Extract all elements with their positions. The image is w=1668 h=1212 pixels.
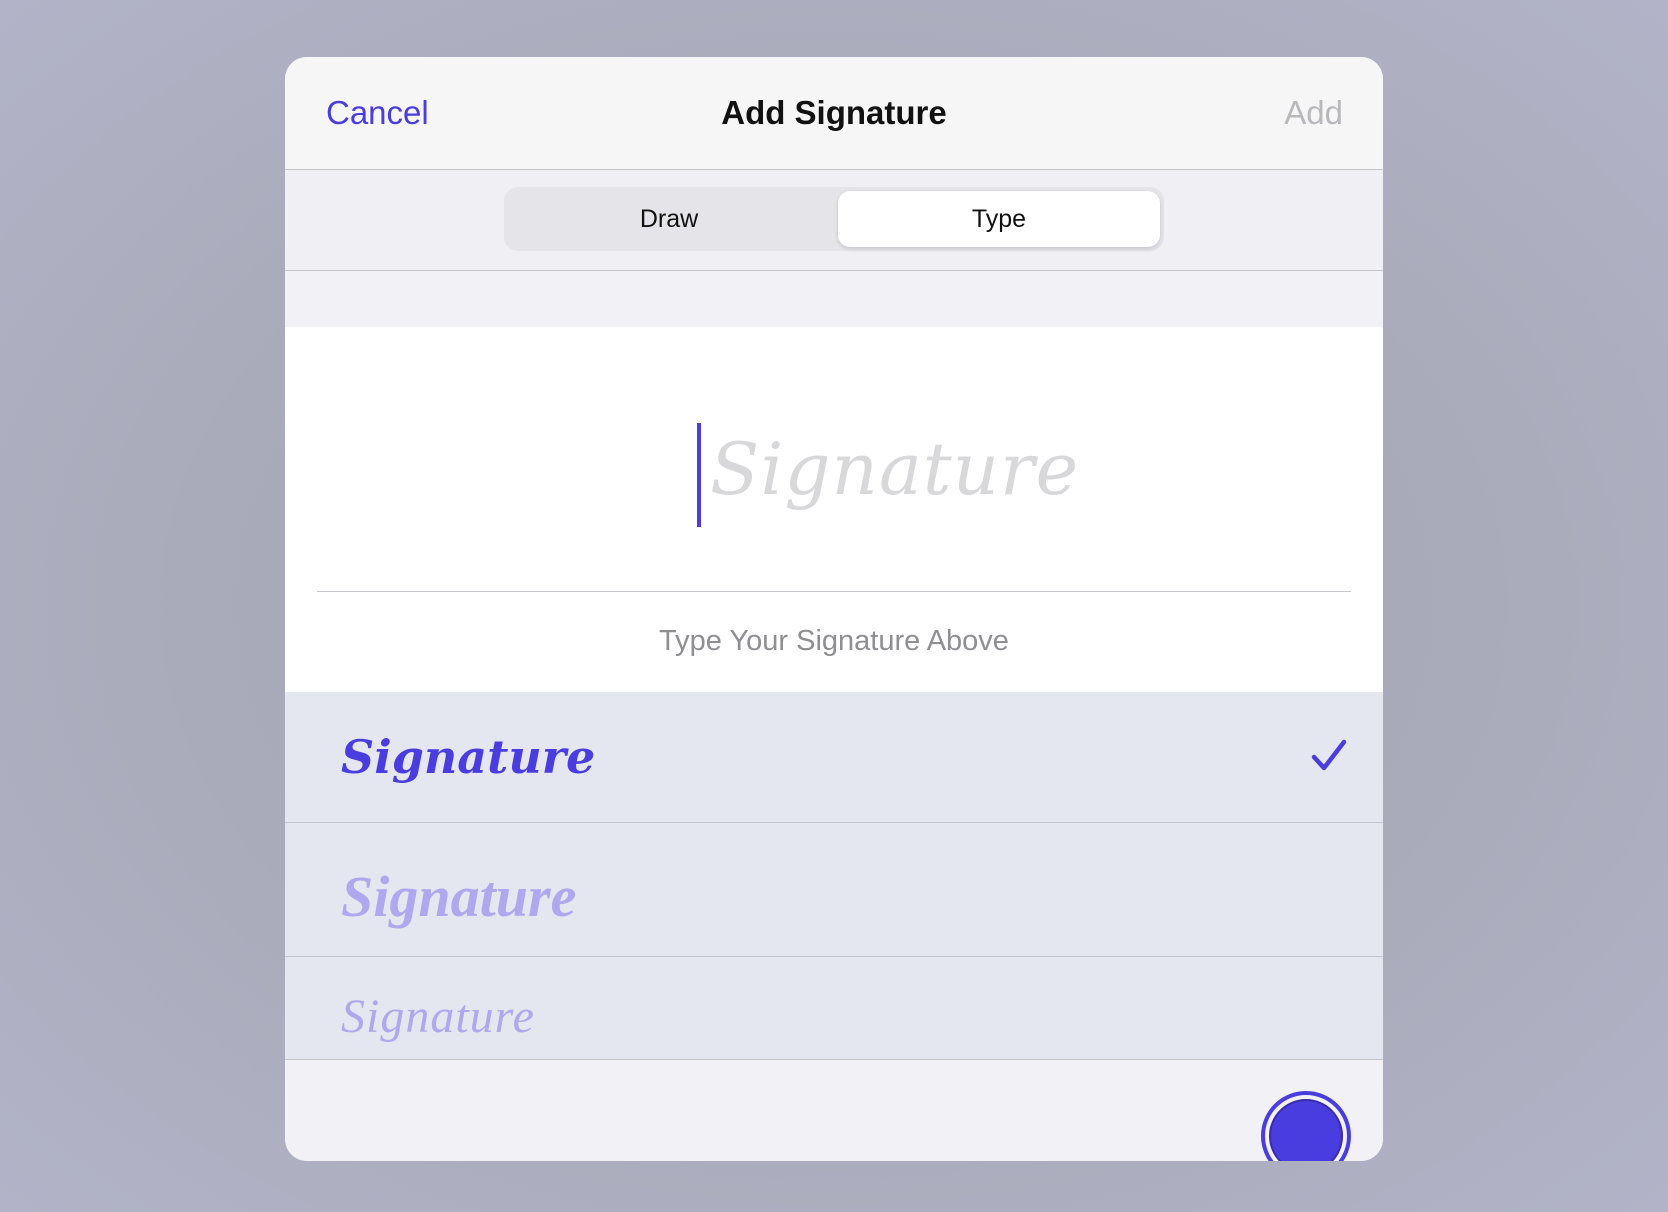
- mode-segmented-control: Draw Type: [504, 187, 1164, 251]
- text-cursor: [697, 423, 701, 527]
- signature-style-preview: Signature: [341, 990, 535, 1043]
- signature-baseline: [317, 591, 1351, 592]
- signature-placeholder[interactable]: Signature: [710, 427, 1079, 511]
- segment-type[interactable]: Type: [838, 191, 1160, 247]
- modal-title: Add Signature: [721, 94, 947, 131]
- modal-header: Cancel Add Signature Add: [285, 57, 1383, 170]
- signature-style-option[interactable]: Signature: [285, 823, 1383, 957]
- signature-style-preview: Signature: [341, 730, 596, 784]
- modal-footer: [285, 1059, 1383, 1161]
- mode-bar: Draw Type: [285, 170, 1383, 271]
- ink-color-fill: [1269, 1099, 1343, 1161]
- ink-color-swatch[interactable]: [1261, 1091, 1351, 1161]
- signature-style-preview: Signature: [341, 864, 577, 929]
- signature-hint: Type Your Signature Above: [659, 625, 1009, 657]
- checkmark-icon: [1311, 739, 1347, 771]
- signature-style-option[interactable]: Signature: [285, 957, 1383, 1059]
- add-signature-modal: Cancel Add Signature Add Draw Type Signa…: [285, 57, 1383, 1161]
- segment-draw[interactable]: Draw: [508, 191, 830, 247]
- add-button[interactable]: Add: [1284, 93, 1343, 133]
- signature-style-list: Signature Signature Signature: [285, 692, 1383, 1059]
- signature-input-area[interactable]: Signature Type Your Signature Above: [285, 327, 1383, 692]
- signature-style-option[interactable]: Signature: [285, 692, 1383, 823]
